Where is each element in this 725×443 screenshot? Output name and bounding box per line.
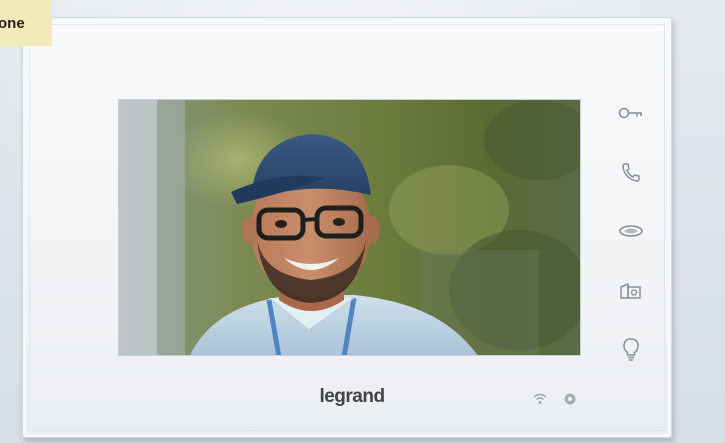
light-bulb-icon	[623, 338, 639, 361]
intercom-icon	[619, 225, 643, 237]
door-unlock-button[interactable]	[613, 98, 649, 128]
phone-handset-icon	[622, 163, 640, 182]
video-intercom-monitor: legrand	[22, 17, 672, 438]
camera-switch-icon	[620, 283, 641, 299]
side-button-column	[613, 96, 649, 366]
video-screen	[118, 99, 581, 356]
brand-logo: legrand	[319, 386, 385, 407]
key-icon	[618, 107, 642, 119]
camera-switch-button[interactable]	[613, 276, 649, 306]
intercom-button[interactable]	[613, 216, 649, 246]
status-indicators	[533, 391, 593, 407]
wifi-icon	[533, 393, 547, 404]
camera-feed-image	[119, 100, 580, 355]
annotation-tag: one	[0, 0, 52, 46]
settings-icon[interactable]	[563, 392, 577, 406]
light-button[interactable]	[613, 334, 649, 364]
annotation-tag-label: one	[0, 15, 25, 32]
answer-call-button[interactable]	[613, 157, 649, 187]
